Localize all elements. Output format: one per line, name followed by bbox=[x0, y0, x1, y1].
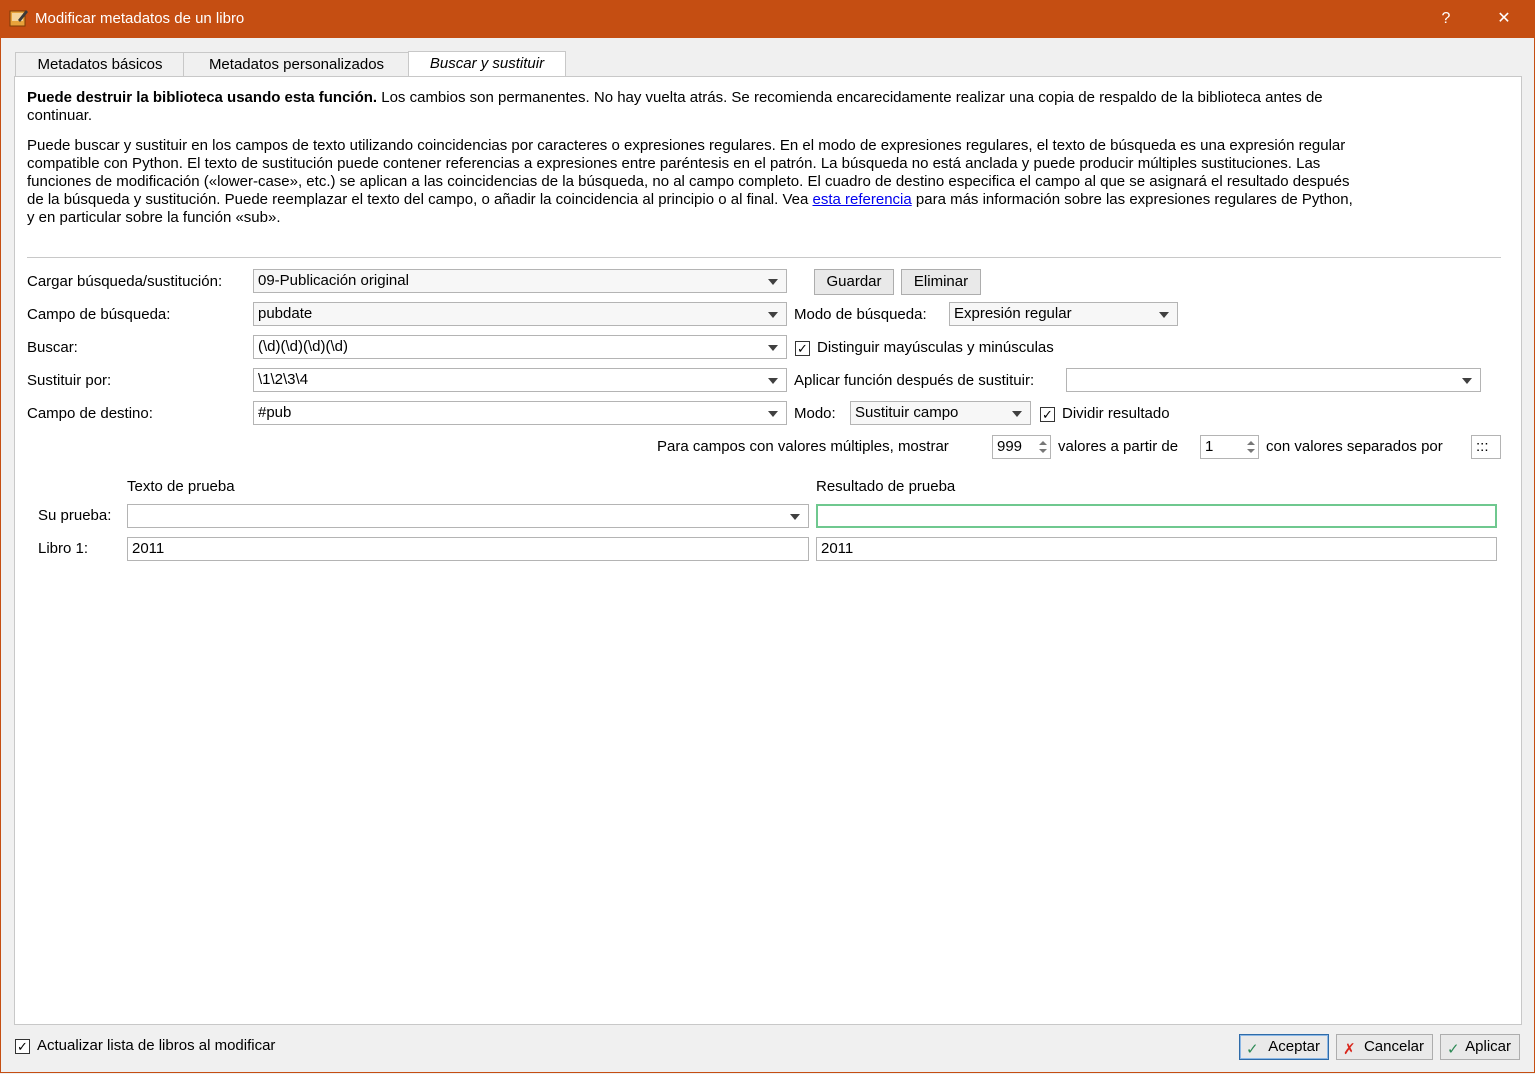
ok-button[interactable]: ✓ Aceptar bbox=[1239, 1034, 1329, 1060]
multi-count-spinbox[interactable]: 999 bbox=[992, 435, 1051, 459]
multi-separator-label: con valores separados por bbox=[1266, 438, 1443, 455]
close-button[interactable]: ✕ bbox=[1481, 0, 1527, 38]
test-result-header: Resultado de prueba bbox=[816, 478, 956, 495]
tab-custom-metadata[interactable]: Metadatos personalizados bbox=[183, 52, 410, 78]
search-input[interactable]: (\d)(\d)(\d)(\d) bbox=[253, 335, 787, 359]
search-field-combo[interactable]: pubdate bbox=[253, 302, 787, 326]
app-icon bbox=[9, 10, 28, 27]
load-label: Cargar búsqueda/sustitución: bbox=[27, 273, 223, 290]
replace-label: Sustituir por: bbox=[27, 372, 112, 389]
multi-separator-input[interactable]: ::: bbox=[1471, 435, 1501, 459]
help-text-line: Puede buscar y sustituir en los campos d… bbox=[27, 137, 1346, 154]
warning-text-line2: continuar. bbox=[27, 107, 93, 124]
replace-input[interactable]: \1\2\3\4 bbox=[253, 368, 787, 392]
case-sensitive-label: Distinguir mayúsculas y minúsculas bbox=[817, 339, 1054, 356]
apply-function-label: Aplicar función después de sustituir: bbox=[794, 372, 1035, 389]
help-text-line: compatible con Python. El texto de susti… bbox=[27, 155, 1321, 172]
spin-down-icon bbox=[1247, 449, 1255, 453]
apply-button[interactable]: ✓ Aplicar bbox=[1440, 1034, 1520, 1060]
split-result-label: Dividir resultado bbox=[1062, 405, 1170, 422]
chevron-down-icon bbox=[768, 279, 778, 285]
dest-field-combo[interactable]: #pub bbox=[253, 401, 787, 425]
search-label: Buscar: bbox=[27, 339, 78, 356]
cross-icon: ✗ bbox=[1343, 1041, 1356, 1058]
delete-button[interactable]: Eliminar bbox=[901, 269, 981, 295]
chevron-down-icon bbox=[768, 411, 778, 417]
chevron-down-icon bbox=[790, 514, 800, 520]
multi-start-label: valores a partir de bbox=[1058, 438, 1179, 455]
close-icon: ✕ bbox=[1497, 10, 1511, 27]
multi-values-label: Para campos con valores múltiples, mostr… bbox=[657, 438, 949, 455]
update-list-checkbox[interactable]: ✓ bbox=[15, 1039, 30, 1054]
book1-test-result: 2011 bbox=[816, 537, 1497, 561]
book1-test-input: 2011 bbox=[127, 537, 809, 561]
apply-function-combo[interactable] bbox=[1066, 368, 1481, 392]
spin-up-icon bbox=[1039, 441, 1047, 445]
regex-reference-link[interactable]: esta referencia bbox=[812, 191, 911, 208]
chevron-down-icon bbox=[768, 345, 778, 351]
tab-search-replace[interactable]: Buscar y sustituir bbox=[408, 51, 566, 77]
chevron-down-icon bbox=[1012, 411, 1022, 417]
title-bar: Modificar metadatos de un libro ? ✕ bbox=[0, 0, 1535, 38]
update-list-label: Actualizar lista de libros al modificar bbox=[37, 1037, 276, 1054]
mode-label: Modo: bbox=[794, 405, 836, 422]
help-text-line: y en particular sobre la función «sub». bbox=[27, 209, 281, 226]
chevron-down-icon bbox=[768, 312, 778, 318]
check-icon: ✓ bbox=[1246, 1041, 1259, 1058]
your-test-label: Su prueba: bbox=[38, 507, 112, 524]
your-test-result bbox=[816, 504, 1497, 528]
cancel-button[interactable]: ✗ Cancelar bbox=[1336, 1034, 1433, 1060]
help-button[interactable]: ? bbox=[1423, 0, 1469, 38]
multi-start-spinbox[interactable]: 1 bbox=[1200, 435, 1259, 459]
dest-field-label: Campo de destino: bbox=[27, 405, 153, 422]
load-search-combo[interactable]: 09-Publicación original bbox=[253, 269, 787, 293]
search-mode-combo[interactable]: Expresión regular bbox=[949, 302, 1178, 326]
spin-down-icon bbox=[1039, 449, 1047, 453]
separator bbox=[27, 257, 1501, 258]
spin-up-icon bbox=[1247, 441, 1255, 445]
case-sensitive-checkbox[interactable]: ✓ bbox=[795, 341, 810, 356]
test-text-header: Texto de prueba bbox=[127, 478, 235, 495]
search-field-label: Campo de búsqueda: bbox=[27, 306, 171, 323]
window-title: Modificar metadatos de un libro bbox=[35, 10, 245, 27]
book1-label: Libro 1: bbox=[38, 540, 89, 557]
check-icon: ✓ bbox=[1447, 1041, 1460, 1058]
help-icon: ? bbox=[1441, 10, 1451, 27]
mode-combo[interactable]: Sustituir campo bbox=[850, 401, 1031, 425]
help-text-line: de la búsqueda y sustitución. Puede reem… bbox=[27, 191, 1353, 208]
warning-text: Puede destruir la biblioteca usando esta… bbox=[27, 89, 1323, 106]
your-test-input[interactable] bbox=[127, 504, 809, 528]
split-result-checkbox[interactable]: ✓ bbox=[1040, 407, 1055, 422]
save-button[interactable]: Guardar bbox=[814, 269, 894, 295]
chevron-down-icon bbox=[1462, 378, 1472, 384]
chevron-down-icon bbox=[768, 378, 778, 384]
search-mode-label: Modo de búsqueda: bbox=[794, 306, 927, 323]
help-text-line: funciones de modificación («lower-case»,… bbox=[27, 173, 1350, 190]
chevron-down-icon bbox=[1159, 312, 1169, 318]
tab-basic-metadata[interactable]: Metadatos básicos bbox=[15, 52, 185, 78]
